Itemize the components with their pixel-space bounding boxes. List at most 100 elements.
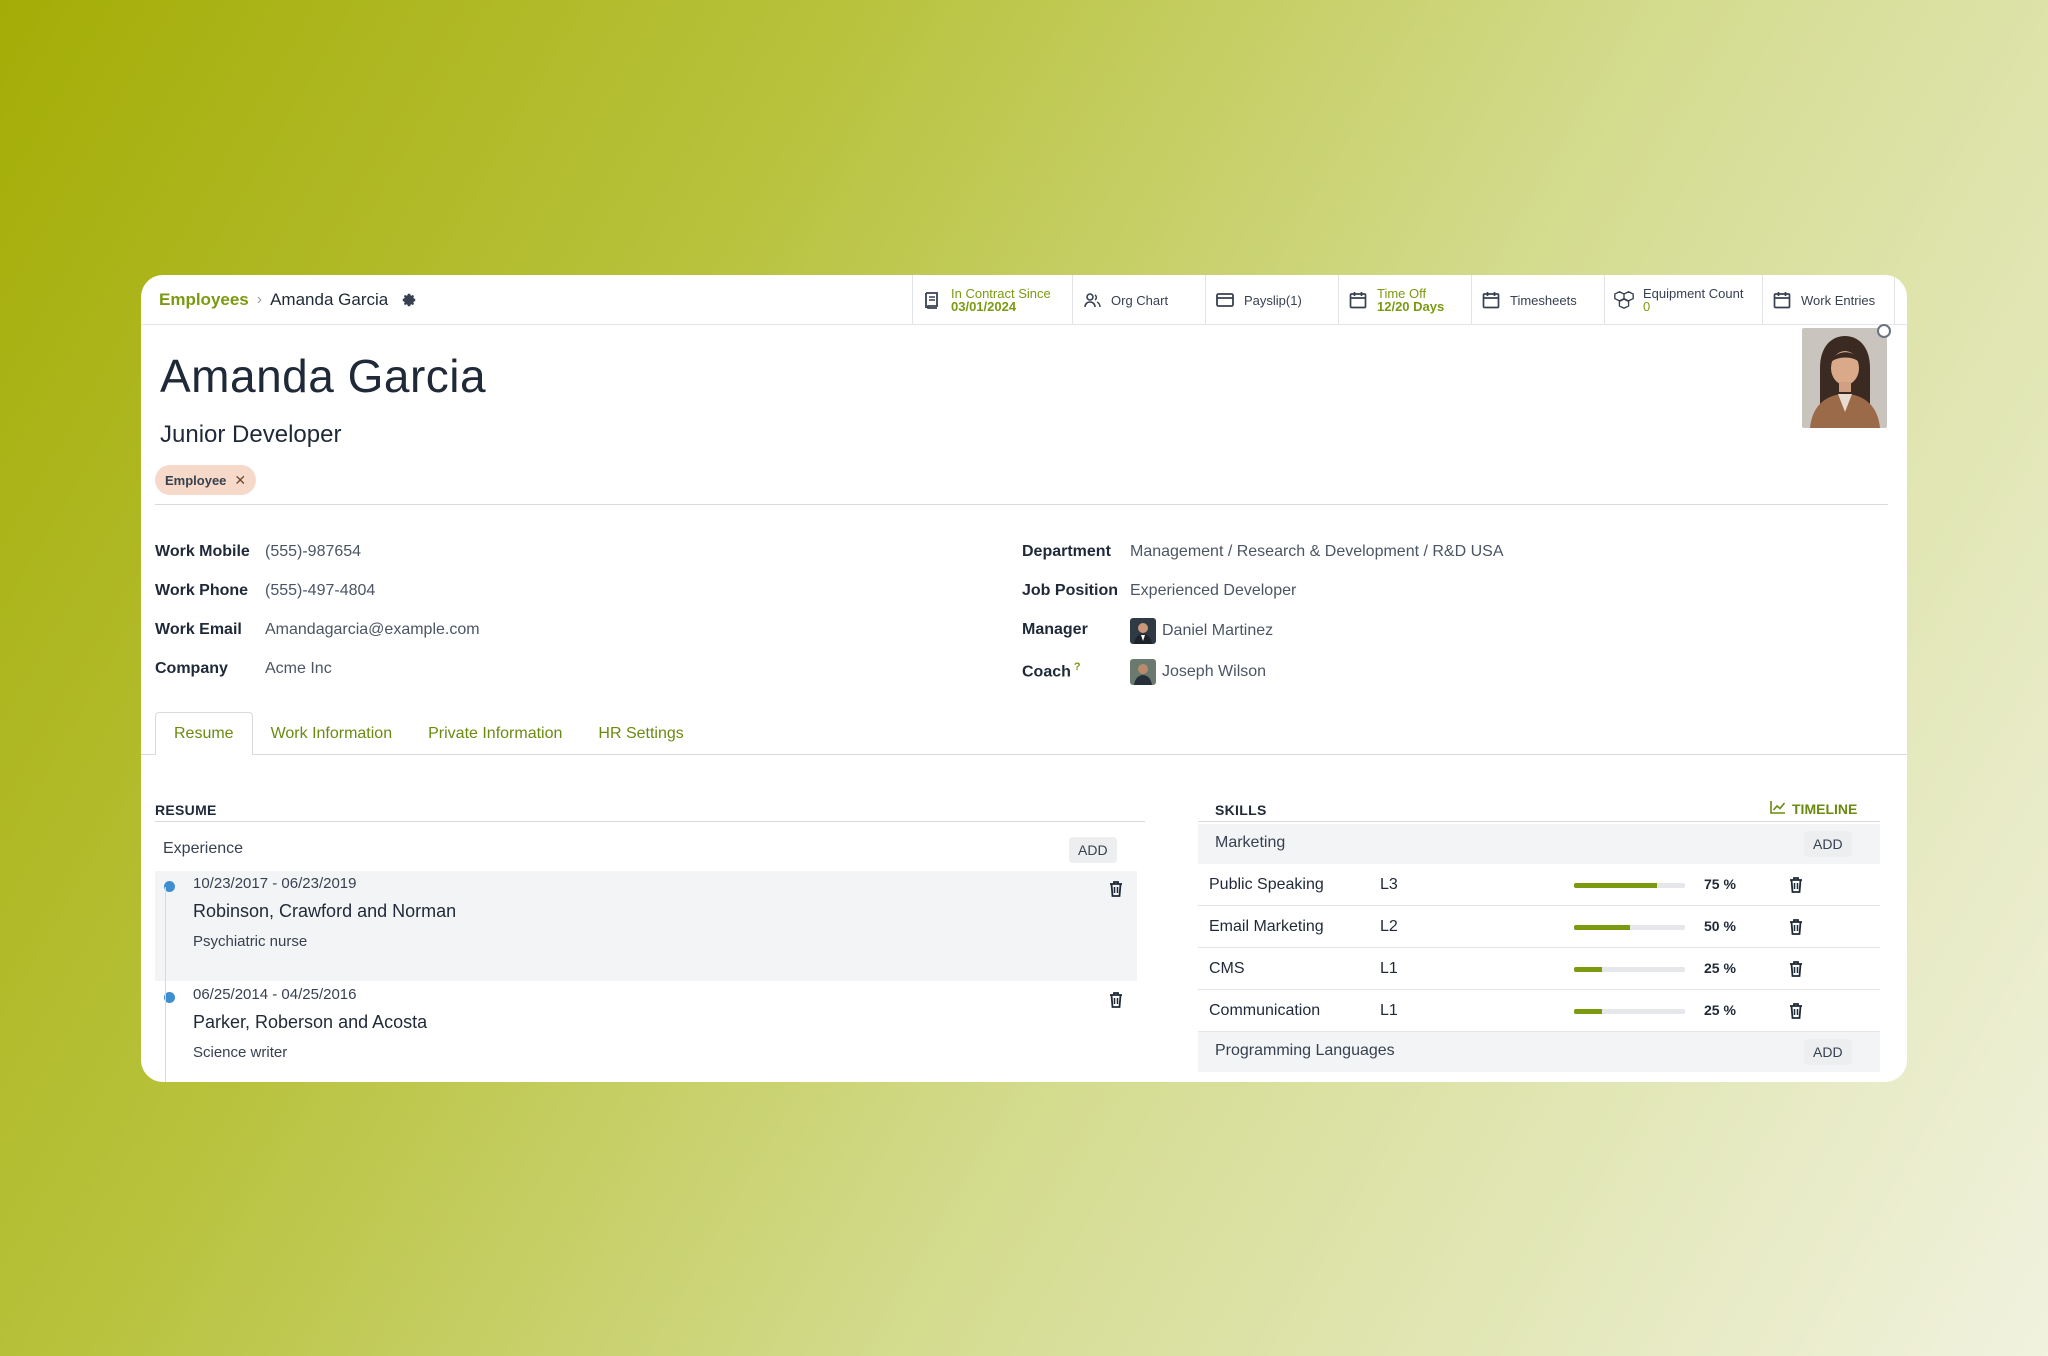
skill-group-name: Programming Languages [1215, 1042, 1395, 1059]
timeline-button[interactable]: TIMELINE [1770, 800, 1857, 817]
work-mobile-label: Work Mobile [155, 543, 250, 560]
work-phone-label: Work Phone [155, 582, 249, 599]
work-mobile-value[interactable]: (555)-987654 [265, 543, 361, 561]
skills-section-title: SKILLS [1215, 802, 1267, 818]
trash-icon[interactable] [1107, 990, 1125, 1010]
resume-entry-role: Psychiatric nurse [193, 933, 308, 950]
skill-level: L3 [1380, 876, 1398, 893]
contract-button[interactable]: In Contract Since 03/01/2024 [912, 275, 1072, 325]
tag-label: Employee [165, 472, 227, 488]
skill-group-marketing: Marketing ADD [1198, 824, 1880, 864]
calendar-icon [1347, 289, 1369, 311]
department-label: Department [1022, 543, 1111, 560]
timesheets-label: Timesheets [1510, 292, 1577, 308]
payslip-button[interactable]: Payslip(1) [1205, 275, 1338, 325]
tab-hr-settings[interactable]: HR Settings [580, 712, 701, 755]
manager-label: Manager [1022, 621, 1088, 638]
work-entries-button[interactable]: Work Entries [1762, 275, 1895, 325]
job-position-label: Job Position [1022, 582, 1118, 599]
users-icon [1081, 289, 1103, 311]
skill-progress-bar [1574, 1009, 1685, 1014]
calendar-icon [1480, 289, 1502, 311]
job-title[interactable]: Junior Developer [160, 421, 341, 449]
skill-group-name: Marketing [1215, 834, 1286, 851]
manager-field[interactable]: Daniel Martinez [1130, 618, 1273, 644]
breadcrumb-employees-link[interactable]: Employees [159, 290, 249, 310]
trash-icon[interactable] [1107, 879, 1125, 899]
skill-progress-bar [1574, 925, 1685, 930]
skill-progress-bar [1574, 883, 1685, 888]
add-skill-button[interactable]: ADD [1804, 1039, 1852, 1065]
trash-icon[interactable] [1787, 1001, 1805, 1021]
coach-field[interactable]: Joseph Wilson [1130, 659, 1266, 685]
time-off-button[interactable]: Time Off 12/20 Days [1338, 275, 1471, 325]
employee-avatar[interactable] [1802, 328, 1887, 428]
resume-entry-dates: 06/25/2014 - 04/25/2016 [193, 986, 357, 1003]
work-email-label: Work Email [155, 621, 242, 638]
org-chart-button[interactable]: Org Chart [1072, 275, 1205, 325]
timeline-line [165, 887, 166, 1082]
skill-level: L1 [1380, 1002, 1398, 1019]
skill-progress-fill [1574, 925, 1630, 930]
breadcrumb: Employees › Amanda Garcia [159, 275, 418, 325]
trash-icon[interactable] [1787, 917, 1805, 937]
timesheets-button[interactable]: Timesheets [1471, 275, 1604, 325]
skill-level: L2 [1380, 918, 1398, 935]
trash-icon[interactable] [1787, 959, 1805, 979]
skill-row[interactable]: Email Marketing L2 50 % [1198, 906, 1880, 948]
credit-card-icon [1214, 289, 1236, 311]
department-value[interactable]: Management / Research & Development / R&… [1130, 543, 1504, 561]
help-tooltip-icon[interactable]: ? [1074, 661, 1081, 673]
tabs-underline [141, 754, 1907, 755]
smart-buttons: In Contract Since 03/01/2024 Org Chart P… [912, 275, 1895, 325]
calendar-icon [1771, 289, 1793, 311]
resume-section-title: RESUME [155, 802, 217, 818]
work-email-value[interactable]: Amandagarcia@example.com [265, 621, 480, 639]
resume-entry[interactable]: 10/23/2017 - 06/23/2019 Robinson, Crawfo… [155, 871, 1137, 981]
line-chart-icon [1770, 800, 1786, 817]
chevron-right-icon: › [256, 291, 263, 308]
skill-row[interactable]: Public Speaking L3 75 % [1198, 864, 1880, 906]
resume-entry-dates: 10/23/2017 - 06/23/2019 [193, 875, 357, 892]
work-entries-label: Work Entries [1801, 292, 1876, 308]
tab-private-information[interactable]: Private Information [410, 712, 580, 755]
resume-rule [155, 821, 1145, 822]
skill-name: Email Marketing [1209, 918, 1324, 935]
skill-progress-fill [1574, 883, 1658, 888]
skills-rule [1198, 821, 1880, 822]
experience-label: Experience [163, 840, 244, 857]
company-value[interactable]: Acme Inc [265, 660, 332, 678]
equipment-count-value: 0 [1643, 299, 1651, 314]
tab-work-information[interactable]: Work Information [253, 712, 411, 755]
time-off-value: 12/20 Days [1377, 299, 1445, 314]
skill-name: Public Speaking [1209, 876, 1324, 893]
remove-tag-icon[interactable]: ✕ [234, 472, 246, 489]
org-chart-label: Org Chart [1111, 292, 1169, 308]
skill-row[interactable]: Communication L1 25 % [1198, 990, 1880, 1032]
coach-avatar [1130, 659, 1156, 685]
timeline-label: TIMELINE [1792, 800, 1858, 817]
resume-entry[interactable]: 06/25/2014 - 04/25/2016 Parker, Roberson… [155, 982, 1137, 1082]
tab-resume[interactable]: Resume [155, 712, 253, 755]
skill-progress-label: 25 % [1704, 960, 1736, 976]
trash-icon[interactable] [1787, 875, 1805, 895]
equipment-count-label: Equipment Count [1643, 286, 1744, 301]
coach-name: Joseph Wilson [1162, 663, 1267, 680]
contract-value: 03/01/2024 [951, 299, 1017, 314]
skill-progress-label: 25 % [1704, 1002, 1736, 1018]
skill-progress-label: 75 % [1704, 876, 1736, 892]
employee-name[interactable]: Amanda Garcia [160, 349, 486, 403]
company-label: Company [155, 660, 228, 677]
equipment-count-button[interactable]: Equipment Count 0 [1604, 275, 1762, 325]
add-skill-button[interactable]: ADD [1804, 831, 1852, 857]
employee-tag: Employee ✕ [155, 465, 257, 495]
add-experience-button[interactable]: ADD [1069, 837, 1117, 863]
manager-avatar [1130, 618, 1156, 644]
job-position-value[interactable]: Experienced Developer [1130, 582, 1296, 600]
gear-icon[interactable] [400, 291, 418, 309]
skill-row[interactable]: CMS L1 25 % [1198, 948, 1880, 990]
work-phone-value[interactable]: (555)-497-4804 [265, 582, 375, 600]
presence-status-icon [1877, 324, 1891, 338]
skill-progress-fill [1574, 1009, 1602, 1014]
resume-entry-role: Science writer [193, 1044, 288, 1061]
